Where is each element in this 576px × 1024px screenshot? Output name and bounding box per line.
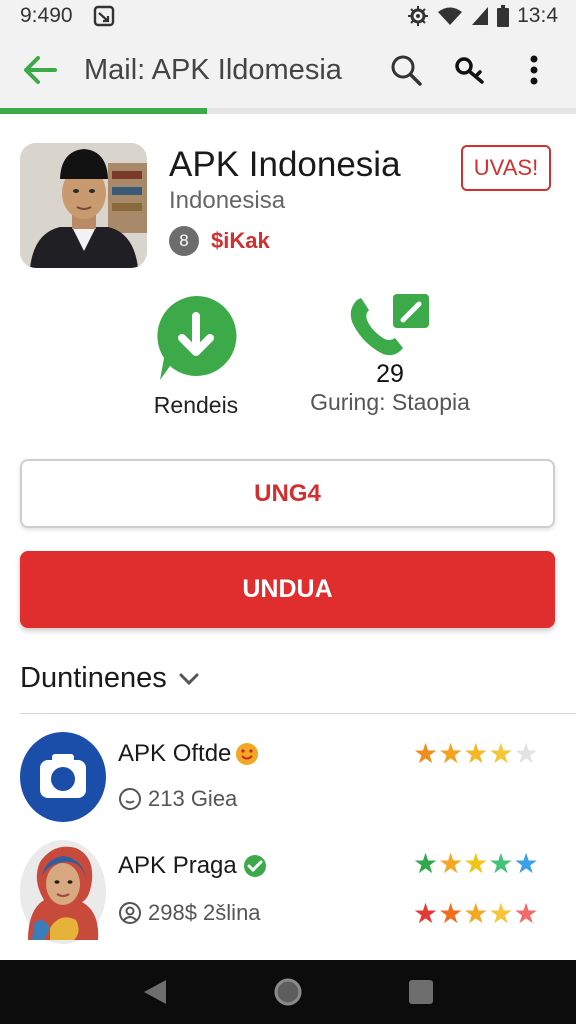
verified-icon bbox=[243, 855, 266, 877]
app-bar-title: Mail: APK Ildomesia bbox=[84, 53, 342, 86]
developer-name: $iKak bbox=[211, 228, 270, 253]
star-icon: ★ bbox=[513, 848, 539, 879]
page-load-progress-fill bbox=[0, 108, 208, 114]
notification-icon bbox=[93, 5, 115, 27]
star-icon: ★ bbox=[413, 848, 439, 879]
avatar-hijab bbox=[20, 840, 106, 944]
star-icon: ★ bbox=[438, 738, 464, 769]
list-item-title: APK Praga bbox=[118, 852, 237, 879]
section-title: Duntinenes bbox=[20, 662, 167, 694]
wifi-icon bbox=[437, 6, 463, 26]
star-icon: ★ bbox=[463, 898, 489, 929]
list-item-meta-text: 298$ 2šlina bbox=[148, 900, 261, 925]
emoji-face-icon bbox=[119, 788, 141, 810]
back-button[interactable] bbox=[20, 50, 60, 90]
download-bubble-icon bbox=[157, 295, 237, 380]
more-vert-icon bbox=[530, 55, 538, 85]
star-icon: ★ bbox=[488, 848, 514, 879]
list-item-meta: 298$ 2šlina bbox=[118, 900, 261, 926]
battery-icon bbox=[497, 5, 510, 27]
star-icon: ★ bbox=[438, 848, 464, 879]
star-icon: ★ bbox=[488, 738, 514, 769]
stat-downloads-label: Rendeis bbox=[153, 392, 239, 418]
status-clock: 13:4 bbox=[517, 4, 558, 27]
app-tag-badge[interactable]: UVAS! bbox=[461, 145, 551, 191]
nav-home-icon[interactable] bbox=[273, 977, 303, 1007]
list-item-name: APK Oftde bbox=[118, 740, 259, 768]
star-icon: ★ bbox=[463, 848, 489, 879]
camera-app-icon bbox=[20, 732, 106, 822]
list-item-meta: 213 Giea bbox=[118, 786, 237, 812]
gear-status-icon bbox=[407, 5, 429, 27]
stat-calls-label: Guring: Staopia bbox=[310, 389, 470, 415]
list-item-title: APK Oftde bbox=[118, 740, 232, 767]
key-button[interactable] bbox=[448, 48, 492, 92]
status-time: 9:490 bbox=[20, 4, 73, 27]
list-item-name: APK Praga bbox=[118, 852, 267, 880]
rating-stars: ★ ★ ★ ★ ★ bbox=[413, 850, 539, 878]
signal-icon bbox=[471, 6, 489, 26]
stat-calls-value: 29 bbox=[376, 360, 404, 388]
page-load-progress bbox=[0, 108, 576, 114]
back-arrow-icon bbox=[24, 56, 57, 84]
list-item[interactable]: APK Oftde 213 Giea ★ ★ ★ ★ ★ bbox=[0, 728, 576, 838]
key-icon bbox=[455, 57, 484, 84]
developer-row[interactable]: 8 $iKak bbox=[169, 226, 270, 256]
star-icon: ★ bbox=[488, 898, 514, 929]
app-avatar bbox=[20, 143, 147, 268]
phone-edit-icon bbox=[350, 294, 429, 356]
app-name: APK Indonesia bbox=[169, 145, 401, 184]
list-item-meta-text: 213 Giea bbox=[148, 786, 238, 811]
person-circle-icon bbox=[119, 902, 141, 924]
search-icon bbox=[391, 55, 422, 86]
app-subtitle: Indonesisa bbox=[169, 187, 286, 214]
emoji-badge-icon bbox=[236, 743, 259, 765]
status-bar: 9:490 13:4 bbox=[0, 0, 576, 32]
stat-downloads[interactable]: Rendeis bbox=[136, 292, 256, 419]
stat-calls[interactable]: 29 Guring: Staopia bbox=[295, 292, 485, 416]
list-item[interactable]: APK Praga 298$ 2šlina ★ ★ ★ ★ ★ ★ ★ ★ ★ ★ bbox=[0, 838, 576, 948]
star-icon: ★ bbox=[463, 738, 489, 769]
nav-recents-icon[interactable] bbox=[408, 979, 434, 1005]
star-icon: ★ bbox=[513, 898, 539, 929]
app-bar: Mail: APK Ildomesia bbox=[0, 32, 576, 108]
star-icon: ★ bbox=[438, 898, 464, 929]
nav-back-icon[interactable] bbox=[142, 978, 168, 1006]
chevron-down-icon bbox=[179, 673, 199, 685]
developer-badge-icon: 8 bbox=[169, 226, 199, 256]
star-icon: ★ bbox=[413, 738, 439, 769]
more-options-button[interactable] bbox=[512, 48, 556, 92]
search-button[interactable] bbox=[384, 48, 428, 92]
section-header[interactable]: Duntinenes bbox=[20, 662, 199, 695]
download-button[interactable]: UNDUA bbox=[20, 551, 555, 628]
section-divider bbox=[20, 713, 576, 714]
system-nav-bar bbox=[0, 960, 576, 1024]
rating-stars-secondary: ★ ★ ★ ★ ★ bbox=[413, 900, 539, 928]
star-icon: ★ bbox=[513, 738, 539, 769]
star-icon: ★ bbox=[413, 898, 439, 929]
secondary-button[interactable]: UNG4 bbox=[20, 459, 555, 528]
rating-stars: ★ ★ ★ ★ ★ bbox=[413, 740, 539, 768]
